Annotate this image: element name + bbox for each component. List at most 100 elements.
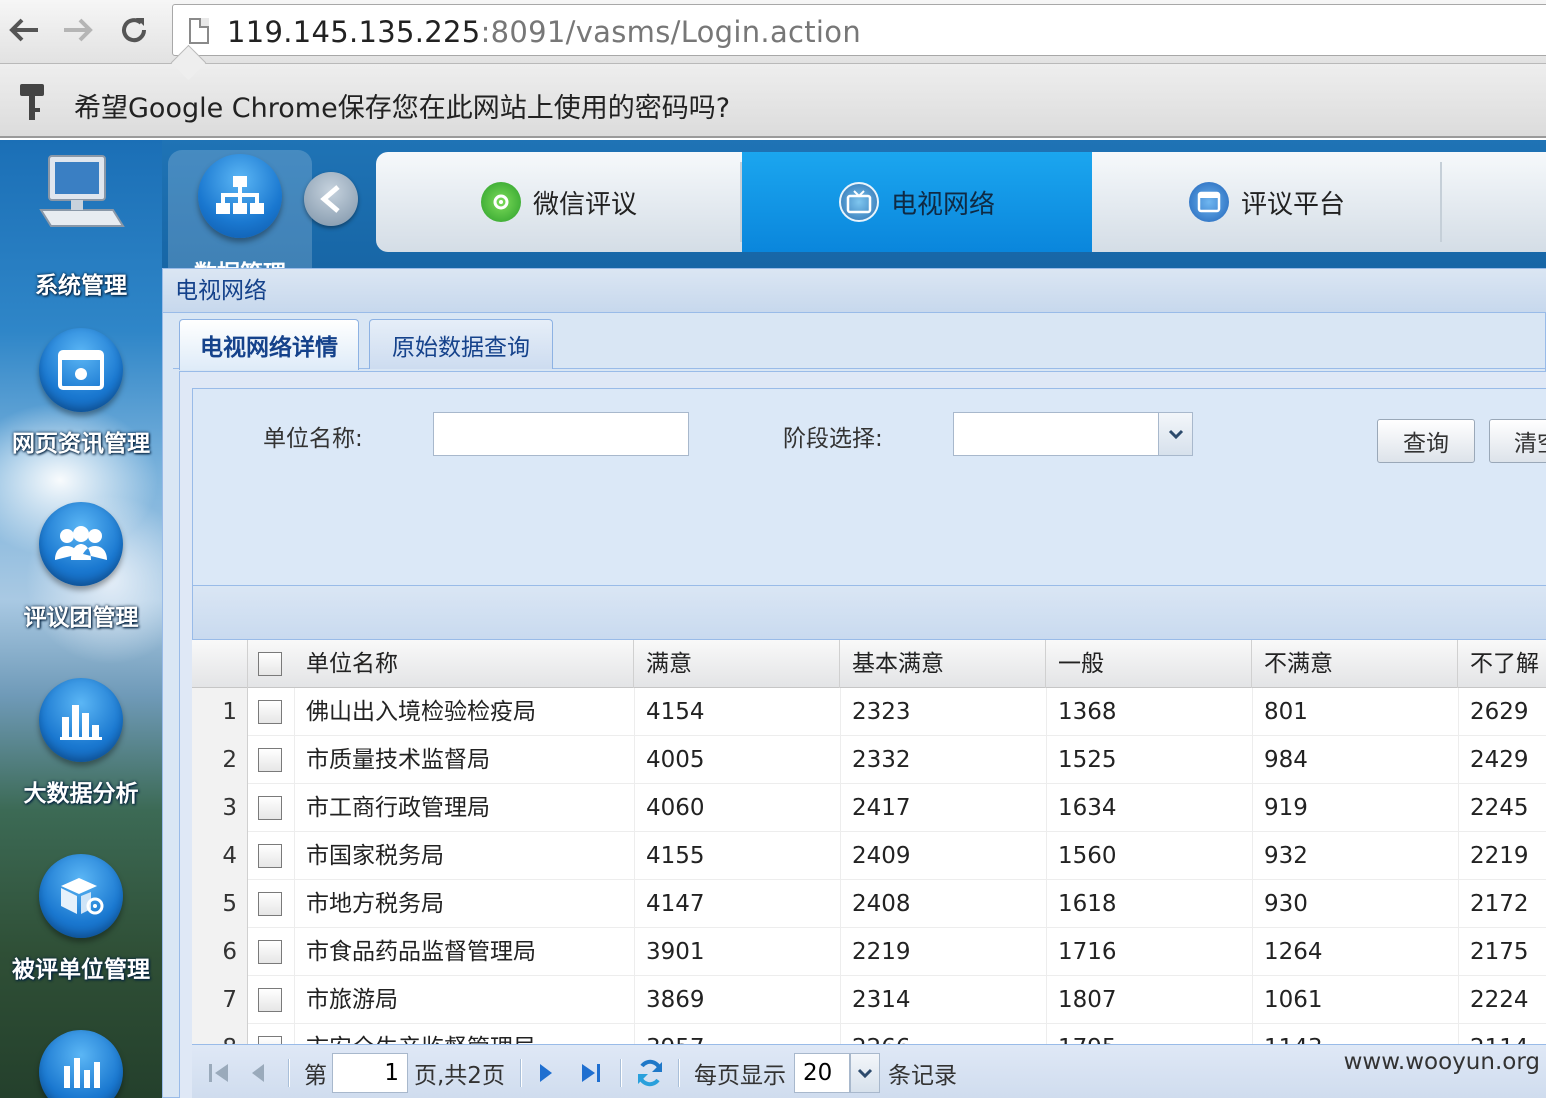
value-cell: 2224 (1470, 987, 1529, 1013)
first-page-button[interactable] (206, 1053, 232, 1093)
unit-name-input[interactable] (433, 412, 689, 456)
chevron-down-icon (857, 1068, 873, 1078)
tab-tv-network-details[interactable]: 电视网络详情 (179, 319, 359, 370)
row-checkbox[interactable] (258, 796, 282, 820)
page-prefix: 第 (304, 1063, 327, 1089)
sidebar-item-big-data[interactable]: 大数据分析 (0, 678, 162, 808)
forward-arrow-icon (64, 18, 93, 42)
table-row[interactable]: 1 佛山出入境检验检疫局 4154 2323 1368 801 2629 (192, 688, 1546, 736)
value-cell: 1618 (1058, 891, 1117, 917)
prev-page-button[interactable] (248, 1053, 268, 1093)
per-page-select[interactable]: 20 (794, 1053, 850, 1093)
sidebar-item-panel[interactable]: 评议团管理 (0, 502, 162, 632)
top-navigation: 数据管理 微信评议 电视网络 评议平 (162, 140, 1546, 274)
grid-header: 单位名称 满意 基本满意 一般 不满意 不了解 (192, 640, 1546, 688)
value-cell: 2409 (852, 843, 911, 869)
value-cell: 2219 (852, 939, 911, 965)
unit-name-cell: 市安全生产监督管理局 (294, 1024, 536, 1044)
pagination-toolbar: 第 1 页,共2页 每页显示 20 条记录 www.wooyun.org (192, 1044, 1546, 1098)
row-checkbox[interactable] (258, 1036, 282, 1044)
row-checkbox[interactable] (258, 892, 282, 916)
row-checkbox[interactable] (258, 988, 282, 1012)
tab-review-platform[interactable]: 评议平台 (1092, 152, 1442, 252)
tab-tv-network[interactable]: 电视网络 (742, 152, 1092, 252)
unit-name-cell: 市旅游局 (306, 987, 398, 1013)
row-checkbox[interactable] (258, 940, 282, 964)
value-cell: 1368 (1058, 699, 1117, 725)
dropdown-trigger[interactable] (1158, 413, 1192, 455)
unit-name-cell: 佛山出入境检验检疫局 (306, 699, 536, 725)
infobar-text: 希望Google Chrome保存您在此网站上使用的密码吗? (74, 93, 731, 124)
records-label: 条记录 (888, 1063, 957, 1089)
value-cell: 1634 (1058, 795, 1117, 821)
value-cell: 801 (1264, 699, 1308, 725)
address-bar[interactable]: 119.145.135.225:8091/vasms/Login.action (172, 4, 1546, 56)
value-cell: 1143 (1252, 1024, 1323, 1044)
column-header[interactable]: 单位名称 (294, 640, 634, 688)
row-number: 2 (192, 736, 248, 784)
back-button[interactable] (4, 10, 44, 50)
query-button[interactable]: 查询 (1377, 419, 1475, 463)
back-arrow-icon (9, 18, 38, 42)
sidebar-item-statistics[interactable] (0, 1030, 162, 1098)
value-cell: 2408 (852, 891, 911, 917)
unit-name-cell: 市质量技术监督局 (306, 747, 490, 773)
value-cell: 1807 (1058, 987, 1117, 1013)
clear-button[interactable]: 清空 (1489, 419, 1546, 463)
unit-name-cell: 市国家税务局 (306, 843, 444, 869)
column-header[interactable]: 不满意 (1252, 640, 1458, 688)
next-page-icon (540, 1064, 552, 1082)
column-header[interactable]: 一般 (1046, 640, 1252, 688)
value-cell: 4154 (646, 699, 705, 725)
value-cell: 4147 (646, 891, 705, 917)
row-checkbox[interactable] (258, 748, 282, 772)
content-panel: 电视网络 电视网络详情 原始数据查询 单位名称: 阶段选择: 查询 清空 (162, 268, 1546, 1098)
refresh-button[interactable] (634, 1053, 666, 1093)
last-page-button[interactable] (578, 1053, 604, 1093)
page-total-text: 页,共2页 (414, 1063, 505, 1089)
column-header[interactable]: 基本满意 (840, 640, 1046, 688)
table-row[interactable]: 2 市质量技术监督局 4005 2332 1525 984 2429 (192, 736, 1546, 784)
search-form: 单位名称: 阶段选择: 查询 清空 (192, 388, 1546, 586)
per-page-dropdown-trigger[interactable] (850, 1053, 880, 1093)
value-cell: 1795 (1046, 1024, 1117, 1044)
row-checkbox[interactable] (258, 844, 282, 868)
scroll-left-button[interactable] (304, 172, 358, 226)
value-cell: 1525 (1058, 747, 1117, 773)
chevron-left-icon (320, 185, 340, 213)
table-row[interactable]: 7 市旅游局 3869 2314 1807 1061 2224 (192, 976, 1546, 1024)
table-row[interactable]: 5 市地方税务局 4147 2408 1618 930 2172 (192, 880, 1546, 928)
stage-select[interactable] (953, 412, 1193, 456)
table-row[interactable]: 3 市工商行政管理局 4060 2417 1634 919 2245 (192, 784, 1546, 832)
table-row[interactable]: 8 市安全生产监督管理局 3957 2266 1795 1143 2114 (192, 1024, 1546, 1044)
tab-wechat-review[interactable]: 微信评议 (376, 152, 742, 252)
value-cell: 984 (1264, 747, 1308, 773)
wechat-gear-icon (493, 194, 509, 210)
next-page-button[interactable] (536, 1053, 556, 1093)
table-row[interactable]: 6 市食品药品监督管理局 3901 2219 1716 1264 2175 (192, 928, 1546, 976)
unit-name-cell: 市工商行政管理局 (306, 795, 490, 821)
module-menu: 微信评议 电视网络 评议平台 (376, 152, 1546, 252)
tab-raw-data-query[interactable]: 原始数据查询 (369, 319, 553, 369)
reload-button[interactable] (114, 10, 154, 50)
page-number-input[interactable]: 1 (332, 1053, 408, 1093)
table-row[interactable]: 4 市国家税务局 4155 2409 1560 932 2219 (192, 832, 1546, 880)
column-header[interactable]: 满意 (634, 640, 840, 688)
value-cell: 4005 (646, 747, 705, 773)
sidebar: 系统管理 网页资讯管理 评议团管理 大数据分析 被评单位管理 (0, 140, 162, 1098)
forward-button[interactable] (58, 10, 98, 50)
row-number: 8 (192, 1024, 248, 1044)
data-management-button[interactable]: 数据管理 (168, 150, 312, 274)
refresh-icon (638, 1059, 662, 1087)
panel-body: 单位名称: 阶段选择: 查询 清空 单位名称 满意 (179, 371, 1546, 1098)
column-header[interactable]: 不了解 (1458, 640, 1546, 688)
row-checkbox[interactable] (258, 700, 282, 724)
panel-tabstrip: 电视网络详情 原始数据查询 (173, 313, 1546, 370)
sidebar-item-evaluated-units[interactable]: 被评单位管理 (0, 854, 162, 984)
panel-title: 电视网络 (163, 269, 1546, 313)
grid-toolbar (192, 586, 1546, 640)
select-all-checkbox[interactable] (258, 652, 282, 676)
first-page-icon (209, 1064, 228, 1082)
sidebar-item-system[interactable]: 系统管理 (0, 148, 162, 300)
sidebar-item-web-news[interactable]: 网页资讯管理 (0, 328, 162, 458)
